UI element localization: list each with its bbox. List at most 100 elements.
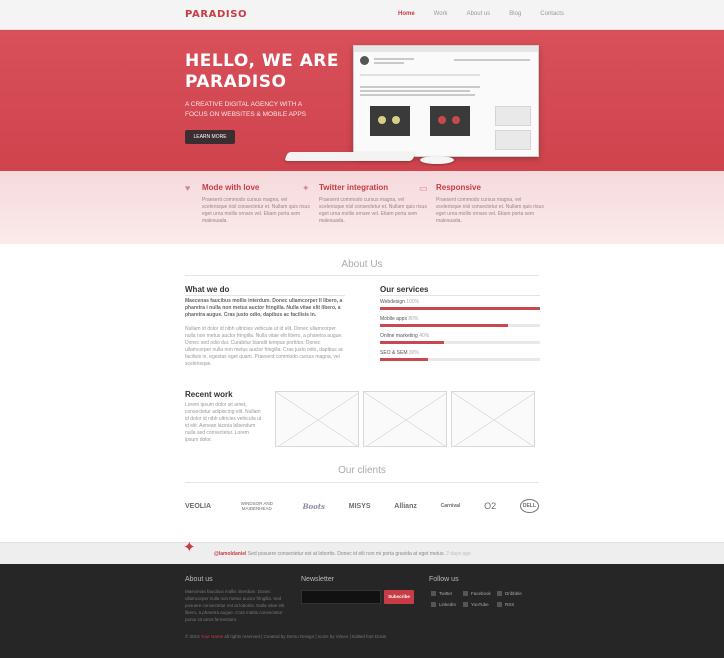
skill-bar-fill <box>380 324 508 327</box>
recent-work-text: Lorem ipsum dolor sit amet, consectetur … <box>185 402 262 443</box>
skill-label: Mobile apps 80% <box>380 316 540 322</box>
skill-bar-track <box>380 307 540 310</box>
skill-webdesign: Webdesign 100% <box>380 299 540 310</box>
client-logo-boots: Boots <box>302 501 325 511</box>
keyboard-image <box>284 152 416 161</box>
skill-label: Webdesign 100% <box>380 299 540 305</box>
mockup-line <box>454 59 530 61</box>
skill-name: Mobile apps <box>380 316 407 322</box>
social-link-linkedin[interactable]: LinkedIn <box>431 602 457 608</box>
divider <box>185 295 345 296</box>
portfolio-thumbnail[interactable] <box>451 391 535 447</box>
skill-seo-sem: SEO & SEM 30% <box>380 350 540 361</box>
divider <box>185 482 539 483</box>
linkedin-icon <box>431 602 436 608</box>
mockup-line <box>360 86 480 88</box>
twitter-icon <box>431 591 436 597</box>
newsletter-title: Newsletter <box>301 576 335 583</box>
social-link-facebook[interactable]: Facebook <box>463 591 491 597</box>
mockup-browser-bar <box>354 46 538 52</box>
social-label: RSS <box>505 602 515 607</box>
mockup-line <box>374 58 414 60</box>
skill-bar-fill <box>380 307 540 310</box>
what-we-do-lead: Maecenas faucibus mollis interdum. Donec… <box>185 298 345 319</box>
logo[interactable]: PARADISO <box>185 9 247 20</box>
social-link-dribbble[interactable]: Dribbble <box>497 591 522 597</box>
mockup-card <box>370 106 410 136</box>
mockup-card <box>430 106 470 136</box>
hero-banner: HELLO, WE ARE PARADISO A CREATIVE DIGITA… <box>0 30 724 171</box>
facebook-icon <box>463 591 468 597</box>
client-logo-veolia: VEOLIA <box>185 502 212 510</box>
social-link-twitter[interactable]: Twitter <box>431 591 452 597</box>
youtube-icon <box>463 602 468 608</box>
social-label: Facebook <box>471 591 491 596</box>
nav-home[interactable]: Home <box>398 11 415 17</box>
mockup-line <box>360 90 470 92</box>
feature-title: Mode with love <box>202 183 260 192</box>
footer-about-text: Maecenas faucibus mollis interdum. Donec… <box>185 589 285 622</box>
heart-icon: ♥ <box>185 183 191 193</box>
placeholder-cross-icon <box>276 392 358 446</box>
client-logo-carnival: Carnival <box>440 503 461 509</box>
feature-text: Praesent commodo cursus magna, vel scele… <box>436 197 544 224</box>
twitter-bird-icon: ✦ <box>183 539 196 556</box>
nav-about[interactable]: About us <box>467 11 491 17</box>
learn-more-button[interactable]: LEARN MORE <box>185 130 235 144</box>
skill-bar-track <box>380 358 540 361</box>
twitter-bird-icon: ✦ <box>302 183 310 193</box>
mockup-sidebar-thumb <box>495 106 531 126</box>
main-menu: Home Work About us Blog Contacts <box>398 11 583 17</box>
clients-section-title: Our clients <box>338 465 386 476</box>
hero-title: HELLO, WE ARE PARADISO <box>185 51 339 92</box>
skill-value: 100% <box>406 299 420 305</box>
what-we-do-title: What we do <box>185 285 230 294</box>
skill-bar-track <box>380 324 540 327</box>
recent-work-title: Recent work <box>185 390 233 399</box>
skill-label: SEO & SEM 30% <box>380 350 540 356</box>
feature-title: Responsive <box>436 183 481 192</box>
what-we-do-lead-text: Maecenas faucibus mollis interdum. Donec… <box>185 298 343 318</box>
about-section-title: About Us <box>341 259 383 270</box>
twitter-feed-bar: ✦ @lamoldaniel Sed posuere consectetur e… <box>0 539 724 564</box>
what-we-do-body: Nullam id dolor id nibh ultricies vehicu… <box>185 326 344 367</box>
mockup-dot <box>378 116 386 124</box>
portfolio-thumbnail[interactable] <box>363 391 447 447</box>
social-label: LinkedIn <box>439 602 457 607</box>
copyright-post: all rights reserved | Created by Demo De… <box>223 634 387 639</box>
nav-contacts[interactable]: Contacts <box>540 11 564 17</box>
mouse-image <box>420 156 454 164</box>
our-services-title: Our services <box>380 285 429 294</box>
social-label: Dribbble <box>505 591 522 596</box>
client-logo-o2: O2 <box>484 501 497 511</box>
social-link-youtube[interactable]: YouTube <box>463 602 489 608</box>
tweet-handle[interactable]: @lamoldaniel <box>214 551 246 557</box>
copyright-pre: © 2013 <box>185 634 201 639</box>
rss-icon <box>497 602 502 608</box>
skill-label: Online marketing 40% <box>380 333 540 339</box>
feature-text: Praesent commodo cursus magna, vel scele… <box>319 197 427 224</box>
mockup-line <box>374 62 404 64</box>
client-logo-dell: DELL <box>519 499 539 513</box>
portfolio-thumbnail[interactable] <box>275 391 359 447</box>
website-mockup-image <box>353 45 539 157</box>
nav-blog[interactable]: Blog <box>509 11 521 17</box>
divider <box>380 295 540 296</box>
feature-title: Twitter integration <box>319 183 389 192</box>
divider <box>185 275 539 276</box>
mockup-sidebar-thumb <box>495 130 531 150</box>
skill-name: SEO & SEM <box>380 350 408 356</box>
skill-value: 40% <box>419 333 430 339</box>
mobile-icon: ▭ <box>419 183 428 193</box>
copyright-brand[interactable]: Your Name <box>201 634 223 639</box>
hero-subtitle: A CREATIVE DIGITAL AGENCY WITH A FOCUS O… <box>185 101 306 118</box>
newsletter-email-input[interactable] <box>301 590 381 604</box>
social-link-rss[interactable]: RSS <box>497 602 515 608</box>
mockup-dot <box>452 116 460 124</box>
footer: About us Maecenas faucibus mollis interd… <box>0 564 724 658</box>
skill-bar-track <box>380 341 540 344</box>
client-logo-misys: MISYS <box>348 502 371 510</box>
client-logo-windsor: WINDSOR AND MAIDENHEAD <box>240 501 273 511</box>
nav-work[interactable]: Work <box>434 11 448 17</box>
subscribe-button[interactable]: Subscribe <box>384 590 414 604</box>
